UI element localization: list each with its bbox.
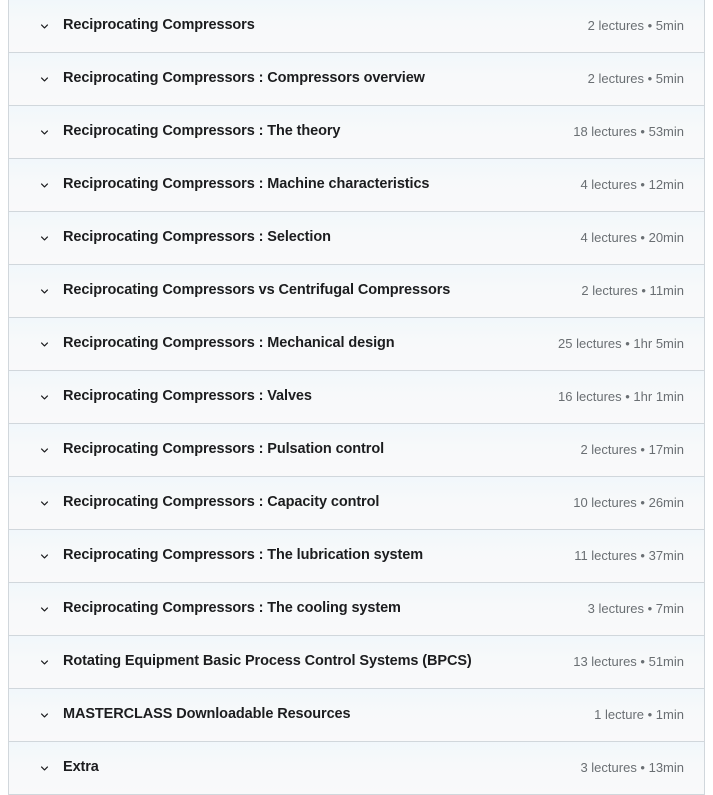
section-meta: 4 lectures • 12min: [580, 177, 684, 193]
curriculum-section-row[interactable]: Reciprocating Compressors : The cooling …: [9, 583, 704, 636]
chevron-down-icon[interactable]: [37, 19, 51, 33]
section-title: Reciprocating Compressors: [63, 17, 255, 34]
chevron-down-icon[interactable]: [37, 72, 51, 86]
section-title: Extra: [63, 759, 99, 776]
section-meta: 2 lectures • 17min: [580, 442, 684, 458]
section-meta: 2 lectures • 11min: [581, 283, 684, 299]
chevron-down-icon[interactable]: [37, 708, 51, 722]
chevron-down-icon[interactable]: [37, 284, 51, 298]
curriculum-section-row[interactable]: Reciprocating Compressors vs Centrifugal…: [9, 265, 704, 318]
chevron-down-icon[interactable]: [37, 602, 51, 616]
chevron-down-icon[interactable]: [37, 337, 51, 351]
section-meta: 16 lectures • 1hr 1min: [558, 389, 684, 405]
section-meta: 3 lectures • 13min: [580, 760, 684, 776]
section-title: Reciprocating Compressors : Machine char…: [63, 176, 430, 193]
section-meta: 3 lectures • 7min: [587, 601, 684, 617]
section-meta: 2 lectures • 5min: [587, 71, 684, 87]
section-title: Reciprocating Compressors : Pulsation co…: [63, 441, 384, 458]
section-title: Reciprocating Compressors : The lubricat…: [63, 547, 424, 564]
section-title: MASTERCLASS Downloadable Resources: [63, 706, 351, 723]
section-meta: 25 lectures • 1hr 5min: [558, 336, 684, 352]
chevron-down-icon[interactable]: [37, 178, 51, 192]
curriculum-section-row[interactable]: MASTERCLASS Downloadable Resources 1 lect…: [9, 689, 704, 742]
course-curriculum-list: Reciprocating Compressors 2 lectures • 5m…: [8, 0, 705, 795]
chevron-down-icon[interactable]: [37, 761, 51, 775]
curriculum-section-row[interactable]: Reciprocating Compressors : Mechanical d…: [9, 318, 704, 371]
section-title: Reciprocating Compressors : Valves: [63, 388, 312, 405]
chevron-down-icon[interactable]: [37, 655, 51, 669]
chevron-down-icon[interactable]: [37, 231, 51, 245]
section-meta: 1 lecture • 1min: [594, 707, 684, 723]
section-title: Rotating Equipment Basic Process Control…: [63, 653, 472, 670]
section-meta: 10 lectures • 26min: [573, 495, 684, 511]
curriculum-section-row[interactable]: Reciprocating Compressors : Selection 4 l…: [9, 212, 704, 265]
section-meta: 4 lectures • 20min: [580, 230, 684, 246]
chevron-down-icon[interactable]: [37, 443, 51, 457]
curriculum-section-row[interactable]: Reciprocating Compressors : Pulsation co…: [9, 424, 704, 477]
curriculum-section-row[interactable]: Reciprocating Compressors : Compressors …: [9, 53, 704, 106]
chevron-down-icon[interactable]: [37, 496, 51, 510]
curriculum-section-row[interactable]: Reciprocating Compressors : Capacity con…: [9, 477, 704, 530]
section-title: Reciprocating Compressors : The cooling …: [63, 600, 401, 617]
section-title: Reciprocating Compressors : Capacity con…: [63, 494, 380, 511]
section-title: Reciprocating Compressors : The theory: [63, 123, 341, 140]
chevron-down-icon[interactable]: [37, 125, 51, 139]
chevron-down-icon[interactable]: [37, 549, 51, 563]
chevron-down-icon[interactable]: [37, 390, 51, 404]
curriculum-section-row[interactable]: Reciprocating Compressors : The lubricat…: [9, 530, 704, 583]
section-meta: 18 lectures • 53min: [573, 124, 684, 140]
section-title: Reciprocating Compressors : Mechanical d…: [63, 335, 395, 352]
section-title: Reciprocating Compressors vs Centrifugal…: [63, 282, 451, 299]
curriculum-section-row[interactable]: Extra 3 lectures • 13min: [9, 742, 704, 795]
curriculum-section-row[interactable]: Reciprocating Compressors : The theory 18…: [9, 106, 704, 159]
curriculum-section-row[interactable]: Reciprocating Compressors 2 lectures • 5m…: [9, 0, 704, 53]
section-meta: 2 lectures • 5min: [587, 18, 684, 34]
section-meta: 11 lectures • 37min: [574, 548, 684, 564]
section-title: Reciprocating Compressors : Compressors …: [63, 70, 425, 87]
section-title: Reciprocating Compressors : Selection: [63, 229, 331, 246]
curriculum-section-row[interactable]: Rotating Equipment Basic Process Control…: [9, 636, 704, 689]
curriculum-section-row[interactable]: Reciprocating Compressors : Valves 16 lec…: [9, 371, 704, 424]
section-meta: 13 lectures • 51min: [573, 654, 684, 670]
curriculum-section-row[interactable]: Reciprocating Compressors : Machine char…: [9, 159, 704, 212]
